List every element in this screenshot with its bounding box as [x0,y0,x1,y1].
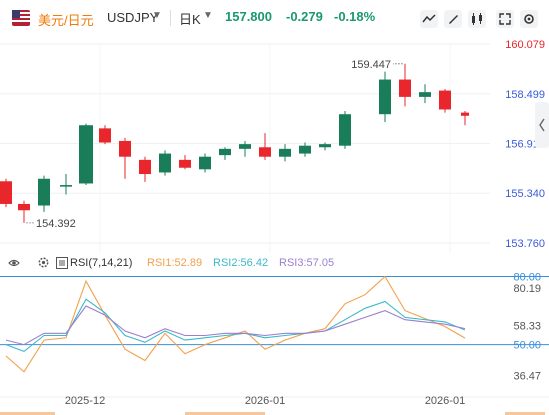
rsi-legend: RSI(7,14,21) RSI1:52.89 RSI2:56.42 RSI3:… [4,256,544,272]
symbol-dropdown-icon[interactable]: ▼ [152,10,162,21]
candle-body [139,159,151,175]
candle-body [319,144,331,148]
indicator-icon[interactable] [420,10,438,28]
period-selector[interactable]: 日K [179,9,201,28]
candle-body [38,178,50,206]
rsi1-label: RSI1:52.89 [147,257,203,269]
rsi-y-tick-label: 80.19 [513,283,541,295]
candle-body [259,147,271,157]
candle-body [279,148,291,157]
divider [170,10,171,26]
candle-body [0,181,12,204]
candle-body [79,125,93,184]
y-tick-label: 155.340 [505,188,545,200]
rsi3-label: RSI3:57.05 [279,257,335,269]
usd-flag-icon [12,10,30,26]
candle-body [419,92,431,97]
gear-icon[interactable] [37,256,50,269]
candle-body [18,203,30,211]
collapse-panel-icon[interactable] [535,102,549,148]
price-chart[interactable]: 160.079158.499156.919155.340153.760159.4… [0,36,549,254]
candle-body [219,148,231,156]
candle-body [379,79,391,115]
candle-body [299,145,311,154]
candle-body [99,128,111,143]
candle-body [179,159,191,168]
y-tick-label: 158.499 [505,89,545,101]
candle-type-icon[interactable] [468,10,486,28]
candle-body [159,153,171,173]
settings-icon[interactable] [520,10,538,28]
fullscreen-icon[interactable] [496,10,514,28]
rsi-y-tick-label: 80.00 [513,272,541,284]
rsi-series-line-2 [5,298,466,353]
last-price: 157.800 [225,9,272,24]
candle-body [119,140,131,157]
rsi-y-tick-label: 50.00 [513,340,541,352]
price-change-percent: -0.18% [334,9,376,24]
candle-body [439,90,451,110]
candle-body [339,114,351,146]
rsi-series-line-1 [5,275,466,373]
price-change: -0.279 [286,9,323,24]
rsi2-label: RSI2:56.42 [213,257,269,269]
y-tick-label: 160.079 [505,39,545,51]
x-tick-label: 2025-12 [65,395,105,407]
rsi-chart[interactable]: 80.0080.19 58.33 50.00 36.47 2025-12 2026-01 2… [0,272,549,415]
y-tick-label: 153.760 [505,238,545,250]
candle-body [399,79,411,97]
low-annotation: 154.392 [36,218,76,230]
x-tick-label: 2026-01 [425,395,465,407]
symbol-name[interactable]: 美元/日元 [38,10,94,29]
rsi-y-tick-label: 36.47 [513,370,541,382]
x-tick-label: 2026-01 [245,395,285,407]
candle-body [199,156,211,170]
symbol-code[interactable]: USDJPY [107,10,158,25]
candle-body [239,144,251,149]
indicator-menu-icon[interactable] [56,257,68,269]
draw-pen-icon[interactable] [444,10,462,28]
eye-icon[interactable] [8,257,20,269]
candle-body [461,112,469,116]
candle-body [60,185,72,187]
toolbar: 美元/日元 USDJPY ▼ 日K ▼ 157.800 -0.279 -0.18… [0,0,549,36]
rsi-y-tick-label: 58.33 [513,321,541,333]
high-annotation: 159.447 [351,59,391,71]
period-dropdown-icon[interactable]: ▼ [203,10,213,21]
rsi-title: RSI(7,14,21) [70,257,133,269]
